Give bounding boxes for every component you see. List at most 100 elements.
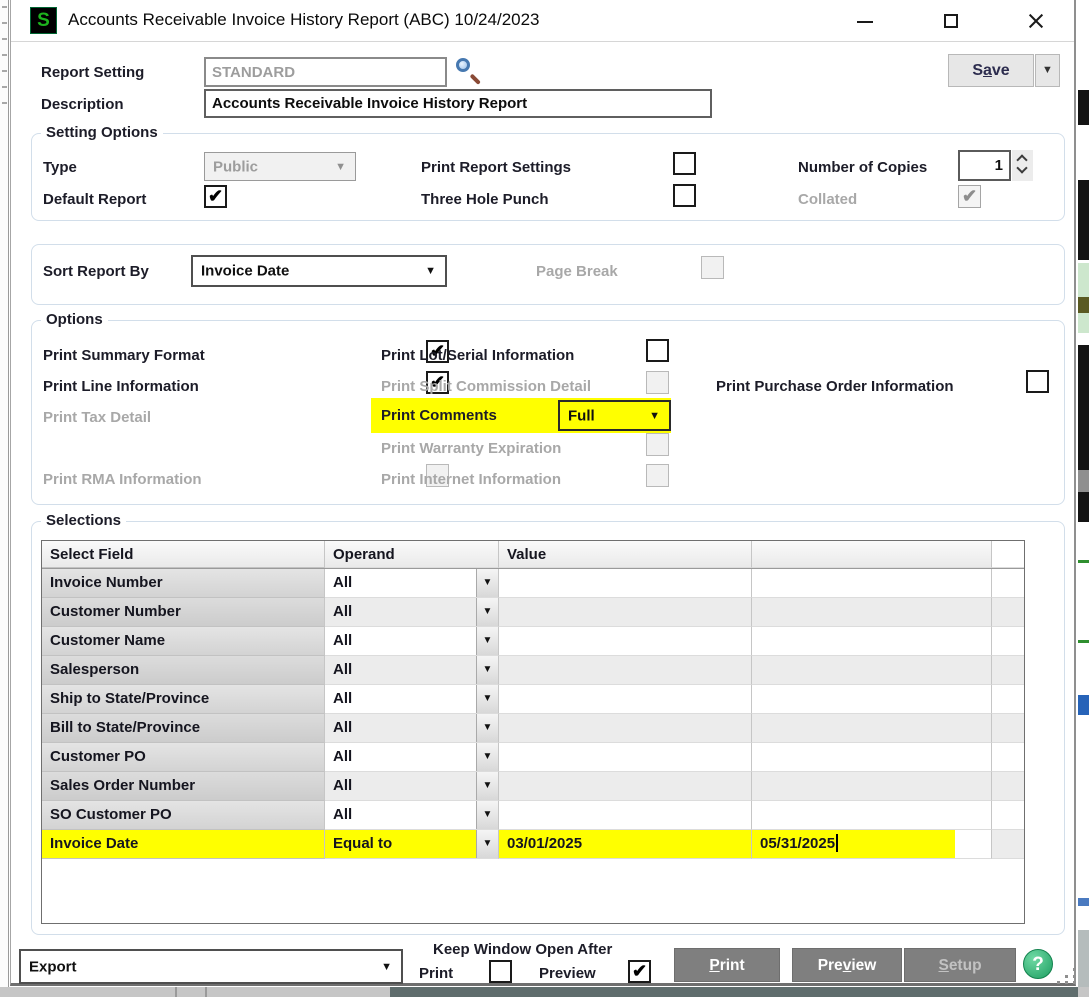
print-report-settings-checkbox[interactable]: ✔	[673, 152, 696, 175]
selection-field-cell[interactable]: Sales Order Number	[42, 772, 325, 801]
help-icon[interactable]: ?	[1023, 949, 1053, 979]
resize-grip[interactable]	[1057, 968, 1079, 984]
selection-operand-cell[interactable]: All▼	[325, 772, 499, 801]
number-of-copies-label: Number of Copies	[798, 159, 927, 176]
operand-dropdown-button[interactable]: ▼	[476, 598, 498, 626]
operand-dropdown-button[interactable]: ▼	[476, 656, 498, 684]
print-split-commission-checkbox: ✔	[646, 371, 669, 394]
type-combo[interactable]: Public ▼	[204, 152, 356, 181]
background-window-left-sliver	[0, 0, 9, 987]
selection-field-cell[interactable]: Customer PO	[42, 743, 325, 772]
spinner-down-icon[interactable]	[1016, 162, 1027, 173]
save-dropdown-button[interactable]: ▼	[1035, 54, 1060, 87]
minimize-button[interactable]	[854, 10, 876, 32]
selection-field-cell[interactable]: Customer Number	[42, 598, 325, 627]
operand-dropdown-button[interactable]: ▼	[476, 569, 498, 597]
background-bottom-edge	[0, 987, 1089, 997]
preview-button[interactable]: Preview	[792, 948, 902, 982]
selection-operand-cell[interactable]: All▼	[325, 627, 499, 656]
selection-value2-cell[interactable]	[752, 743, 992, 772]
close-button[interactable]	[1025, 10, 1047, 32]
selection-value-cell[interactable]	[499, 772, 752, 801]
operand-dropdown-button[interactable]: ▼	[476, 627, 498, 655]
sort-report-by-combo[interactable]: Invoice Date ▼	[191, 255, 447, 287]
export-combo[interactable]: Export ▼	[19, 949, 403, 984]
selection-field-cell[interactable]: Customer Name	[42, 627, 325, 656]
selection-value-cell[interactable]	[499, 714, 752, 743]
selection-field-cell[interactable]: Invoice Date	[42, 830, 325, 859]
selection-value-cell[interactable]	[499, 598, 752, 627]
selection-value-cell[interactable]	[499, 743, 752, 772]
print-lot-serial-label: Print Lot/Serial Information	[381, 347, 574, 364]
selection-value2-cell[interactable]	[752, 656, 992, 685]
operand-dropdown-button[interactable]: ▼	[476, 772, 498, 800]
sort-report-by-value: Invoice Date	[201, 263, 289, 280]
selection-field-cell[interactable]: SO Customer PO	[42, 801, 325, 830]
selection-operand-cell[interactable]: Equal to▼	[325, 830, 499, 859]
selection-row: Invoice DateEqual to▼03/01/202505/31/202…	[42, 830, 1024, 859]
selection-value2-cell[interactable]	[752, 685, 992, 714]
description-input[interactable]	[204, 89, 712, 118]
selection-operand-cell[interactable]: All ▼	[325, 714, 499, 743]
selection-value-cell[interactable]	[499, 685, 752, 714]
selection-value2-cell[interactable]	[752, 801, 992, 830]
chevron-down-icon: ▼	[335, 161, 346, 173]
selection-value2-cell[interactable]	[752, 598, 992, 627]
operand-dropdown-button[interactable]: ▼	[476, 801, 498, 829]
operand-dropdown-button[interactable]: ▼	[476, 743, 498, 771]
window-title: Accounts Receivable Invoice History Repo…	[68, 10, 540, 30]
selection-value2-cell[interactable]	[752, 627, 992, 656]
print-purchase-order-checkbox[interactable]: ✔	[1026, 370, 1049, 393]
selection-value-cell[interactable]	[499, 656, 752, 685]
page-break-label: Page Break	[536, 263, 618, 280]
print-button[interactable]: Print	[674, 948, 780, 982]
selection-value2-cell[interactable]	[752, 772, 992, 801]
selection-field-cell[interactable]: Invoice Number	[42, 569, 325, 598]
print-rma-label: Print RMA Information	[43, 471, 202, 488]
print-lot-serial-checkbox[interactable]: ✔	[646, 339, 669, 362]
selection-value2-cell[interactable]: 05/31/2025	[752, 830, 992, 859]
minimize-icon	[857, 21, 873, 23]
selection-field-cell[interactable]: Bill to State/Province	[42, 714, 325, 743]
three-hole-punch-checkbox[interactable]: ✔	[673, 184, 696, 207]
operand-value: All	[333, 574, 352, 591]
selection-extra-cell	[992, 685, 1024, 714]
maximize-icon	[944, 14, 958, 28]
maximize-button[interactable]	[940, 10, 962, 32]
selection-value-cell[interactable]	[499, 801, 752, 830]
default-report-checkbox[interactable]: ✔	[204, 185, 227, 208]
save-button[interactable]: Save	[948, 54, 1034, 87]
print-comments-combo[interactable]: Full ▼	[558, 400, 671, 431]
selection-value-cell[interactable]: 03/01/2025	[499, 830, 752, 859]
selection-value-cell[interactable]	[499, 627, 752, 656]
selection-operand-cell[interactable]: All▼	[325, 598, 499, 627]
operand-dropdown-button[interactable]: ▼	[476, 830, 498, 858]
keep-open-preview-label: Preview	[539, 965, 596, 982]
report-setting-input[interactable]	[204, 57, 447, 87]
export-value: Export	[29, 958, 77, 975]
print-line-information-label: Print Line Information	[43, 378, 199, 395]
collated-label: Collated	[798, 191, 857, 208]
number-of-copies-stepper[interactable]	[1012, 150, 1033, 181]
selection-field-cell[interactable]: Salesperson	[42, 656, 325, 685]
selection-operand-cell[interactable]: All ▼	[325, 569, 499, 598]
keep-open-preview-checkbox[interactable]: ✔	[628, 960, 651, 983]
selection-operand-cell[interactable]: All▼	[325, 801, 499, 830]
description-label: Description	[41, 96, 124, 113]
lookup-magnifier-icon[interactable]	[455, 57, 485, 87]
selection-value2-cell[interactable]	[752, 569, 992, 598]
keep-open-print-checkbox[interactable]: ✔	[489, 960, 512, 983]
operand-dropdown-button[interactable]: ▼	[476, 685, 498, 713]
selection-operand-cell[interactable]: All ▼	[325, 685, 499, 714]
selection-row: Customer NameAll▼	[42, 627, 1024, 656]
selection-value2-cell[interactable]	[752, 714, 992, 743]
title-bar[interactable]: S Accounts Receivable Invoice History Re…	[11, 0, 1074, 42]
number-of-copies-input[interactable]: 1	[958, 150, 1011, 181]
selection-operand-cell[interactable]: All▼	[325, 656, 499, 685]
selection-value-cell[interactable]	[499, 569, 752, 598]
selection-operand-cell[interactable]: All▼	[325, 743, 499, 772]
selection-field-cell[interactable]: Ship to State/Province	[42, 685, 325, 714]
operand-value: All	[333, 690, 352, 707]
operand-value: All	[333, 719, 352, 736]
operand-dropdown-button[interactable]: ▼	[476, 714, 498, 742]
